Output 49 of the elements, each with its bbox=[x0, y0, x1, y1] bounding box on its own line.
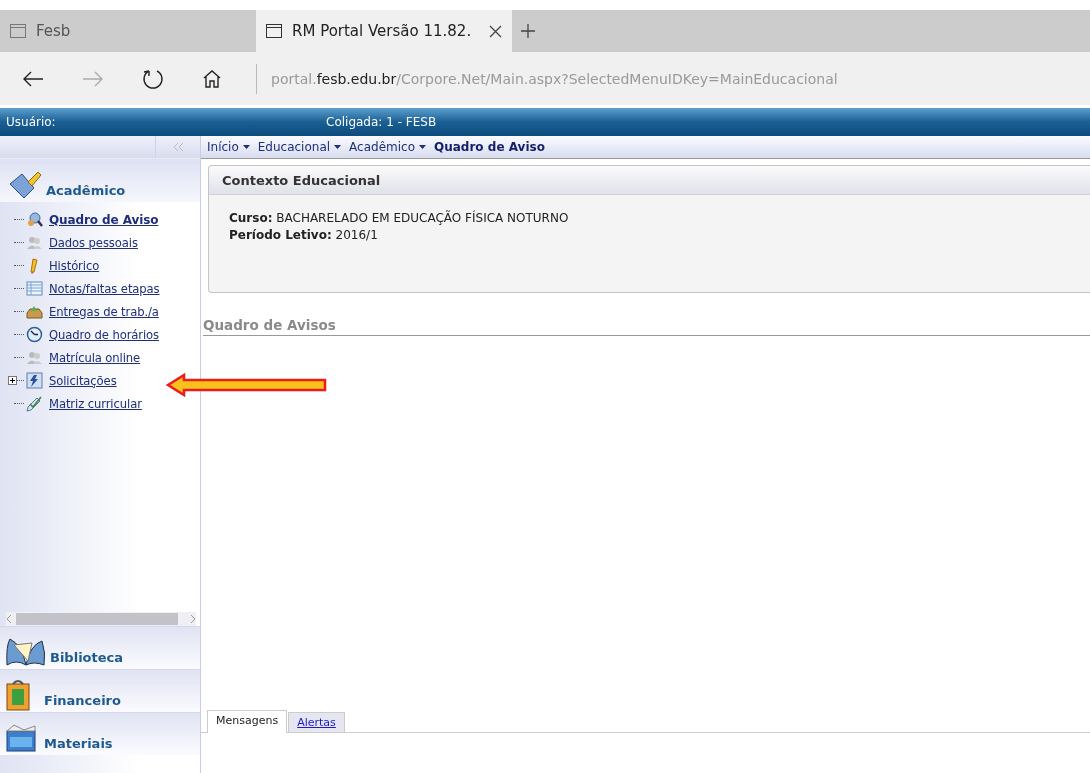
menu-item-icon bbox=[26, 280, 43, 297]
menu-link[interactable]: Entregas de trab./a bbox=[49, 304, 159, 319]
page-icon bbox=[10, 24, 26, 38]
address-field[interactable]: portal.fesb.edu.br/Corpore.Net/Main.aspx?SelectedMenuIDKey=MainEducacional bbox=[271, 70, 838, 87]
browser-tab[interactable]: RM Portal Versão 11.82. bbox=[256, 10, 512, 52]
module-tab[interactable]: Biblioteca bbox=[50, 650, 124, 669]
menu-link[interactable]: Quadro de horários bbox=[49, 327, 160, 342]
caret-icon bbox=[242, 145, 250, 149]
menu-link[interactable]: Quadro de Aviso bbox=[49, 212, 159, 227]
scroll-left-icon[interactable] bbox=[6, 615, 12, 623]
menu-item-icon bbox=[26, 395, 43, 412]
breadcrumb-link[interactable]: Acadêmico bbox=[349, 140, 426, 154]
breadcrumb-current[interactable]: Quadro de Aviso bbox=[434, 140, 545, 154]
home-icon[interactable] bbox=[202, 69, 222, 88]
breadcrumb-link[interactable]: Educacional bbox=[257, 140, 342, 154]
context-field: Curso: BACHARELADO EM EDUCAÇÃO FÍSICA NOTURNO bbox=[229, 211, 1090, 225]
menu-link[interactable]: Solicitações bbox=[49, 373, 117, 388]
menu-link[interactable]: Histórico bbox=[49, 258, 100, 273]
company-label: Coligada: 1 - FESB bbox=[326, 115, 437, 129]
module-tab[interactable]: Financeiro bbox=[44, 693, 121, 712]
scroll-right-icon[interactable] bbox=[190, 615, 196, 623]
menu-link[interactable]: Matriz curricular bbox=[49, 396, 142, 411]
module-tab[interactable]: Materiais bbox=[44, 736, 113, 755]
breadcrumb-link[interactable]: Início bbox=[207, 140, 250, 154]
menu-item-icon bbox=[26, 349, 43, 366]
menu-link[interactable]: Notas/faltas etapas bbox=[49, 281, 160, 296]
menu-item-icon bbox=[26, 211, 43, 228]
page-icon bbox=[266, 24, 282, 38]
card-title: Contexto Educacional bbox=[209, 166, 1090, 195]
expand-icon[interactable] bbox=[8, 376, 17, 385]
menu-link[interactable]: Dados pessoais bbox=[49, 235, 138, 250]
tab[interactable]: Alertas bbox=[288, 712, 345, 732]
tab[interactable]: Mensagens bbox=[207, 710, 288, 733]
user-label: Usuário: bbox=[6, 115, 57, 129]
close-icon[interactable] bbox=[489, 24, 502, 38]
section-heading: Quadro de Avisos bbox=[203, 317, 1090, 336]
caret-icon bbox=[419, 145, 426, 149]
scrollbar-thumb[interactable] bbox=[16, 613, 178, 625]
new-tab-icon[interactable] bbox=[520, 23, 536, 39]
forward-icon[interactable] bbox=[82, 69, 104, 88]
menu-item-icon bbox=[26, 372, 43, 389]
menu-item-icon bbox=[26, 326, 43, 343]
refresh-icon[interactable] bbox=[142, 67, 164, 90]
caret-icon bbox=[334, 145, 342, 149]
context-field: Período Letivo: 2016/1 bbox=[229, 228, 1090, 242]
back-icon[interactable] bbox=[22, 69, 44, 88]
section-title[interactable]: Acadêmico bbox=[46, 183, 126, 202]
menu-link[interactable]: Matrícula online bbox=[49, 350, 141, 365]
menu-item-icon bbox=[26, 234, 43, 251]
